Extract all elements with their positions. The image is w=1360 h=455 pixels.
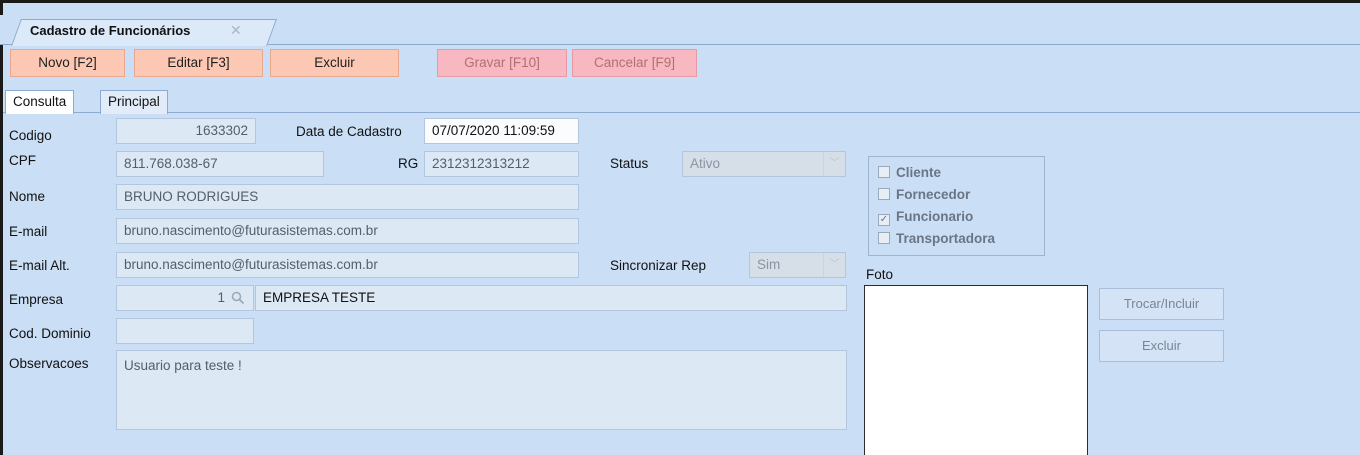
- trocar-incluir-button[interactable]: Trocar/Incluir: [1099, 288, 1224, 320]
- gravar-button[interactable]: Gravar [F10]: [437, 49, 567, 77]
- checkbox-icon: [878, 232, 890, 244]
- sincronizar-label: Sincronizar Rep: [610, 258, 707, 273]
- sincronizar-value: Sim: [757, 257, 781, 272]
- tipo-group: Cliente Fornecedor ✓ Funcionario Transpor…: [868, 156, 1045, 256]
- nome-field[interactable]: BRUNO RODRIGUES: [116, 184, 579, 210]
- status-select[interactable]: Ativo ﹀: [682, 151, 846, 177]
- chevron-down-icon[interactable]: ﹀: [823, 152, 845, 176]
- rg-label: RG: [398, 156, 419, 171]
- status-label: Status: [610, 156, 649, 171]
- empresa-label: Empresa: [9, 292, 64, 307]
- observacoes-field[interactable]: Usuario para teste !: [116, 350, 847, 430]
- nome-label: Nome: [9, 189, 46, 204]
- chevron-down-icon[interactable]: ﹀: [823, 253, 845, 277]
- checkbox-icon: [878, 188, 890, 200]
- tab-consulta[interactable]: Consulta: [5, 90, 75, 114]
- fornecedor-checkbox[interactable]: Fornecedor: [878, 187, 970, 205]
- funcionario-label: Funcionario: [896, 209, 974, 224]
- observacoes-label: Observacoes: [9, 356, 89, 371]
- transportadora-checkbox[interactable]: Transportadora: [878, 231, 995, 249]
- empresa-code-value: 1: [217, 290, 225, 305]
- close-icon[interactable]: ✕: [230, 22, 242, 39]
- excluir-button[interactable]: Excluir: [270, 49, 399, 77]
- cpf-field[interactable]: 811.768.038-67: [116, 151, 324, 177]
- empresa-name-field[interactable]: EMPRESA TESTE: [255, 285, 847, 311]
- checkbox-icon: [878, 166, 890, 178]
- sincronizar-select[interactable]: Sim ﹀: [749, 252, 846, 278]
- rg-field[interactable]: 2312312313212: [424, 151, 579, 177]
- cliente-checkbox[interactable]: Cliente: [878, 165, 941, 183]
- tab-principal[interactable]: Principal: [100, 90, 168, 114]
- subtab-bar: Consulta Principal: [3, 87, 1360, 114]
- photo-box: [864, 285, 1088, 455]
- cpf-label: CPF: [9, 153, 36, 168]
- novo-button[interactable]: Novo [F2]: [10, 49, 125, 77]
- cod-dominio-field[interactable]: [116, 318, 254, 344]
- excluir-foto-button[interactable]: Excluir: [1099, 330, 1224, 362]
- document-tab-bar: Cadastro de Funcionários ✕: [0, 15, 1360, 46]
- cliente-label: Cliente: [896, 165, 942, 180]
- funcionario-checkbox[interactable]: ✓ Funcionario: [878, 209, 973, 227]
- fornecedor-label: Fornecedor: [896, 187, 971, 202]
- email-field[interactable]: bruno.nascimento@futurasistemas.com.br: [116, 218, 579, 244]
- toolbar: Novo [F2] Editar [F3] Excluir Gravar [F1…: [3, 47, 1360, 79]
- codigo-label: Codigo: [9, 128, 52, 143]
- email-alt-label: E-mail Alt.: [9, 258, 70, 273]
- check-icon: ✓: [878, 214, 890, 226]
- data-cadastro-field[interactable]: 07/07/2020 11:09:59: [424, 118, 579, 144]
- foto-label: Foto: [866, 267, 894, 282]
- codigo-field[interactable]: 1633302: [116, 118, 256, 144]
- status-value: Ativo: [690, 156, 721, 171]
- cancelar-button[interactable]: Cancelar [F9]: [572, 49, 697, 77]
- email-label: E-mail: [9, 224, 48, 239]
- cod-dominio-label: Cod. Dominio: [9, 326, 91, 341]
- data-cadastro-label: Data de Cadastro: [296, 124, 402, 139]
- document-tab-title: Cadastro de Funcionários: [30, 23, 191, 38]
- email-alt-field[interactable]: bruno.nascimento@futurasistemas.com.br: [116, 252, 579, 278]
- editar-button[interactable]: Editar [F3]: [134, 49, 263, 77]
- transportadora-label: Transportadora: [896, 231, 996, 246]
- search-icon[interactable]: [230, 290, 246, 306]
